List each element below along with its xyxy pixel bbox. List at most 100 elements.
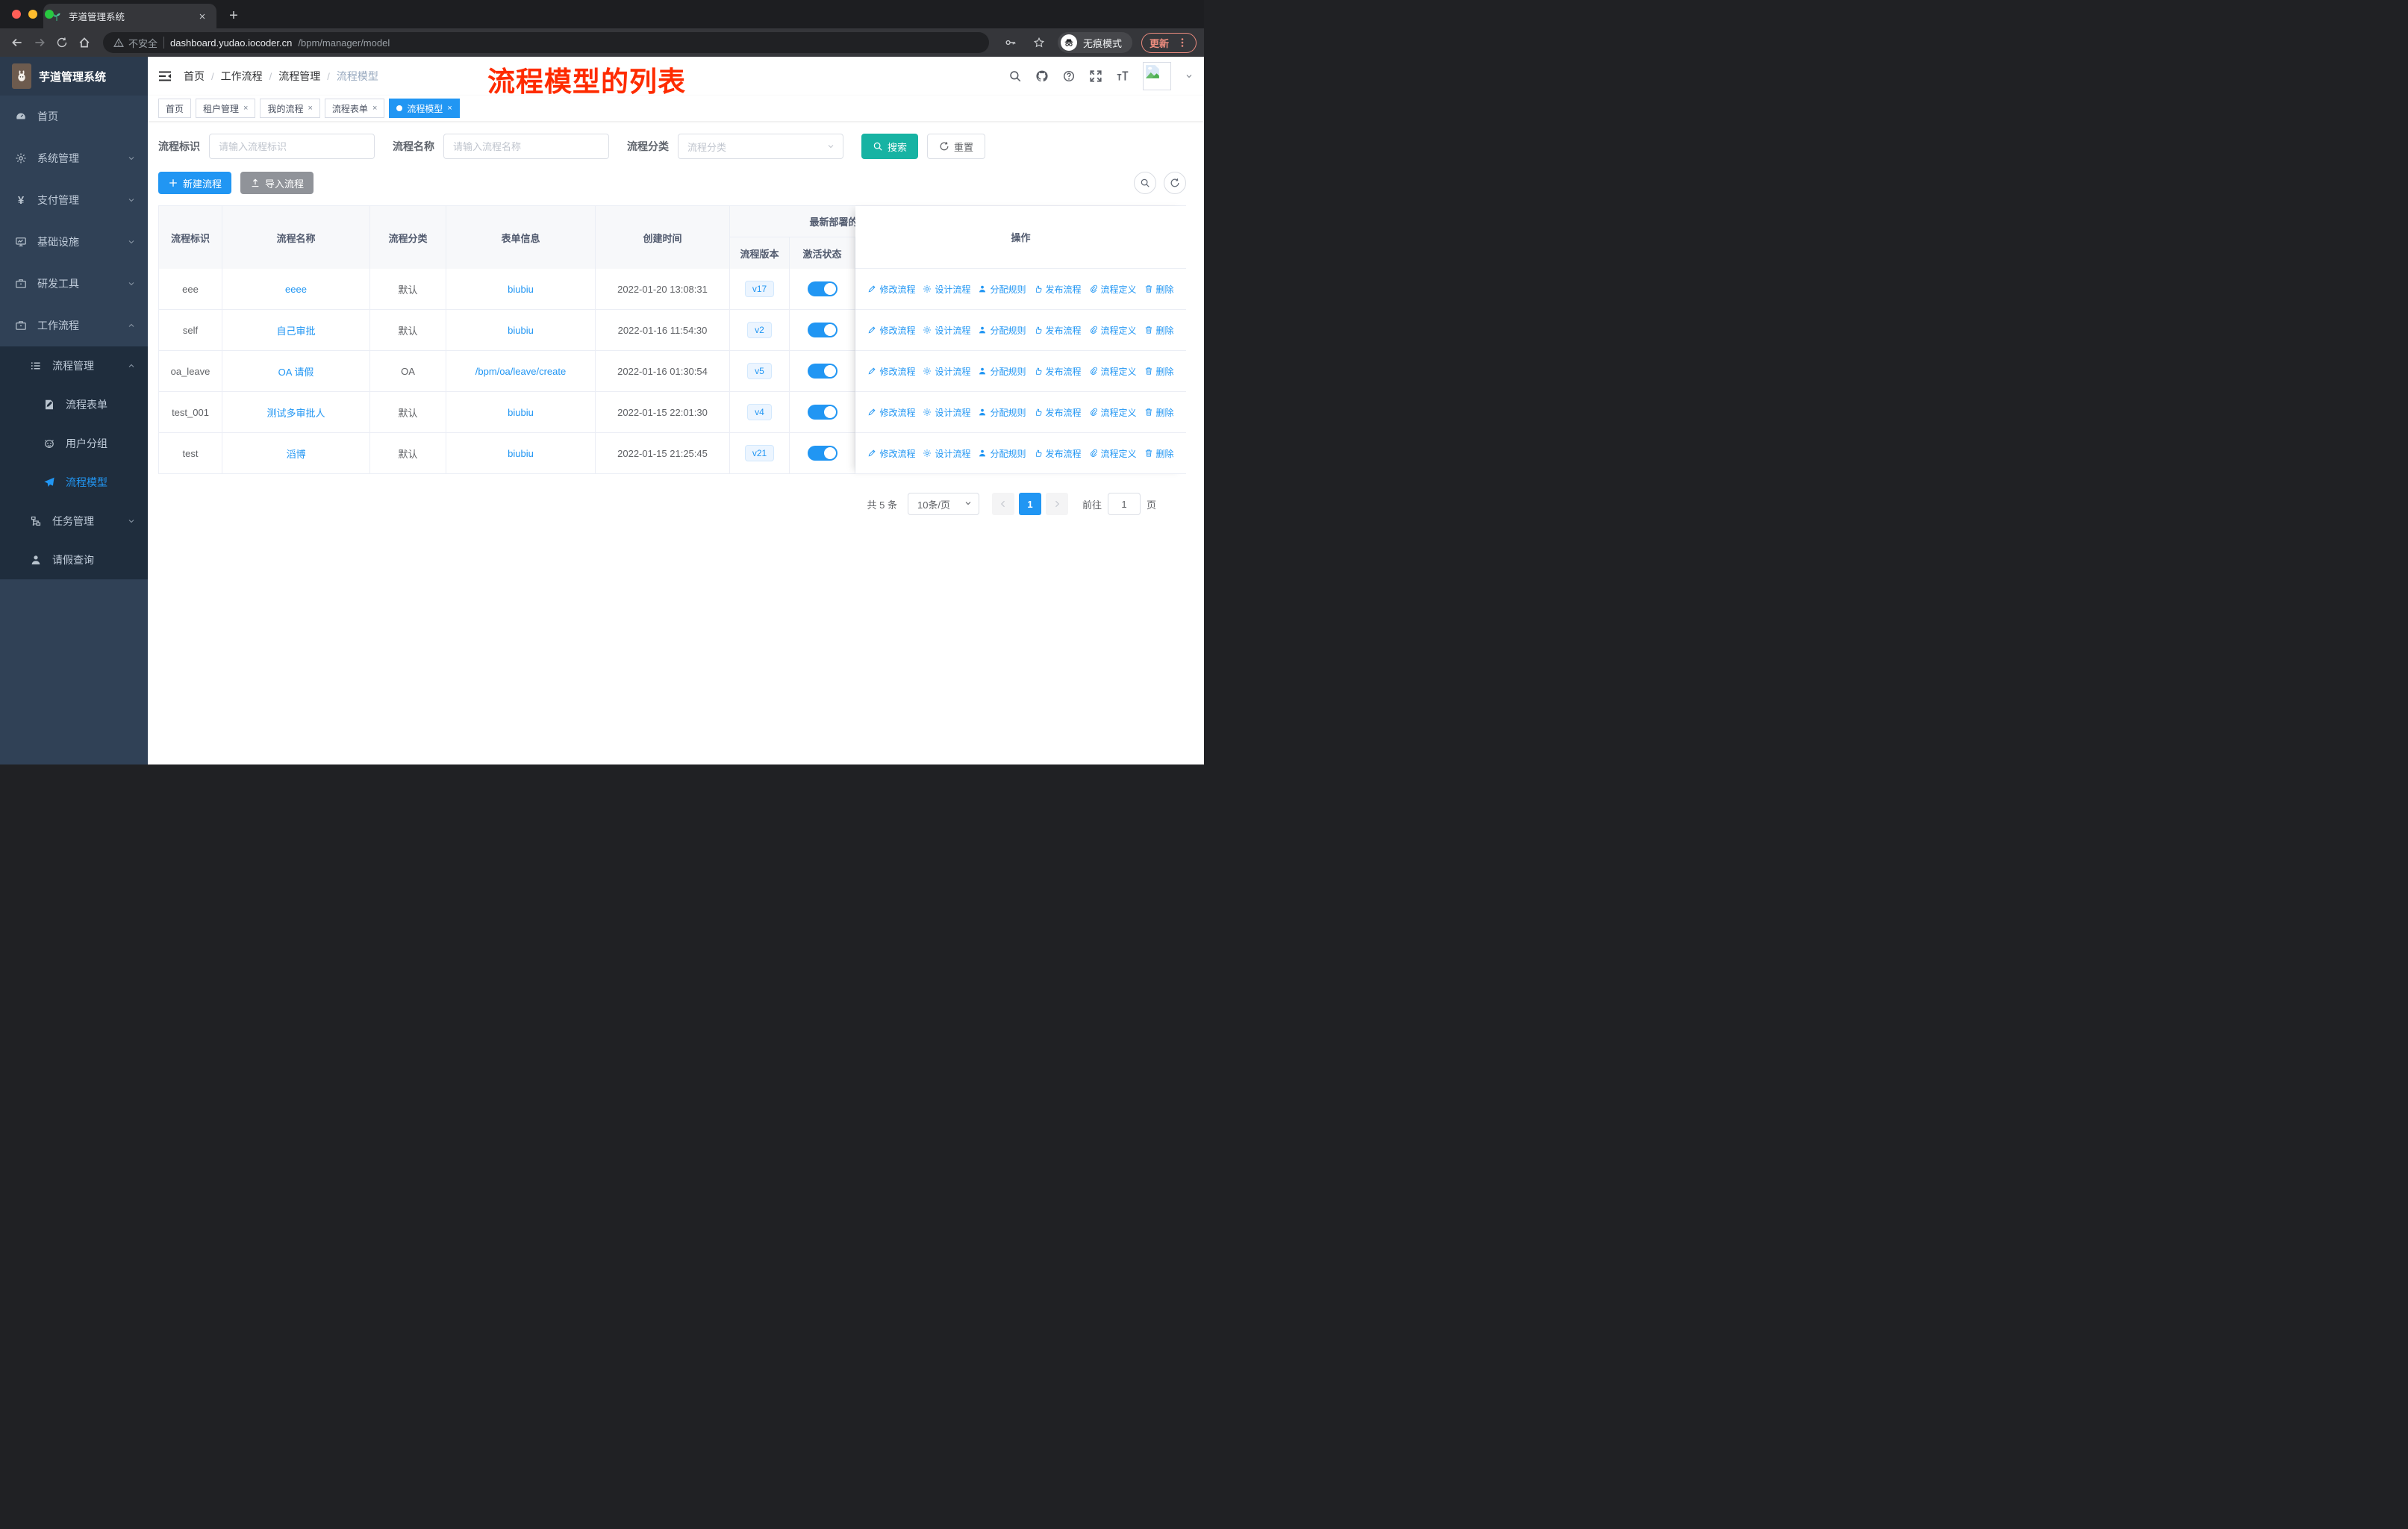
- tag-tenant[interactable]: 租户管理 ×: [196, 99, 256, 118]
- sidebar-item-home[interactable]: 首页: [0, 96, 148, 137]
- tag-process-model[interactable]: 流程模型 ×: [389, 99, 460, 118]
- sidebar-item-workflow[interactable]: 工作流程: [0, 305, 148, 346]
- process-id-input[interactable]: [209, 134, 375, 159]
- refresh-table-button[interactable]: [1164, 172, 1186, 194]
- sidebar-item-system[interactable]: 系统管理: [0, 137, 148, 179]
- design-process-link[interactable]: 设计流程: [923, 283, 970, 296]
- sidebar-item-leave-query[interactable]: 请假查询: [0, 541, 148, 579]
- window-minimize-button[interactable]: [28, 10, 37, 19]
- window-close-button[interactable]: [12, 10, 21, 19]
- forward-icon[interactable]: [30, 33, 49, 52]
- process-name-link[interactable]: 滔博: [286, 446, 305, 461]
- form-info-link[interactable]: biubiu: [508, 407, 534, 418]
- password-key-icon[interactable]: [1001, 33, 1020, 52]
- github-icon[interactable]: [1035, 69, 1049, 83]
- window-zoom-button[interactable]: [45, 10, 54, 19]
- delete-link[interactable]: 删除: [1144, 447, 1174, 460]
- security-chip[interactable]: 不安全: [113, 36, 157, 50]
- publish-process-link[interactable]: 发布流程: [1034, 406, 1082, 419]
- process-name-link[interactable]: 测试多审批人: [266, 405, 325, 420]
- form-info-link[interactable]: biubiu: [508, 448, 534, 459]
- fullscreen-icon[interactable]: [1089, 69, 1102, 83]
- tab-close-icon[interactable]: [196, 10, 209, 23]
- reset-button[interactable]: 重置: [927, 134, 986, 159]
- sidebar-item-payment[interactable]: ¥ 支付管理: [0, 179, 148, 221]
- assign-rule-link[interactable]: 分配规则: [978, 283, 1026, 296]
- hamburger-icon[interactable]: [158, 70, 172, 82]
- edit-process-link[interactable]: 修改流程: [867, 283, 915, 296]
- tag-home[interactable]: 首页: [158, 99, 192, 118]
- publish-process-link[interactable]: 发布流程: [1034, 283, 1082, 296]
- edit-process-link[interactable]: 修改流程: [867, 324, 915, 337]
- tag-my-process[interactable]: 我的流程 ×: [260, 99, 320, 118]
- home-icon[interactable]: [75, 33, 94, 52]
- process-name-link[interactable]: OA 请假: [278, 364, 314, 379]
- assign-rule-link[interactable]: 分配规则: [978, 447, 1026, 460]
- active-toggle[interactable]: [807, 281, 838, 296]
- bookmark-star-icon[interactable]: [1029, 33, 1049, 52]
- avatar-caret-down-icon[interactable]: [1185, 72, 1194, 81]
- design-process-link[interactable]: 设计流程: [923, 365, 970, 378]
- tag-process-form[interactable]: 流程表单 ×: [324, 99, 385, 118]
- current-page-button[interactable]: 1: [1018, 493, 1041, 515]
- form-info-link[interactable]: biubiu: [508, 284, 534, 295]
- sidebar-item-process-form[interactable]: 流程表单: [0, 385, 148, 424]
- page-size-select[interactable]: 10条/页: [907, 493, 979, 515]
- new-tab-button[interactable]: +: [222, 4, 245, 27]
- goto-page-input[interactable]: [1107, 493, 1141, 515]
- tag-close-icon[interactable]: ×: [308, 104, 312, 113]
- sidebar-item-user-group[interactable]: 用户分组: [0, 424, 148, 463]
- design-process-link[interactable]: 设计流程: [923, 406, 970, 419]
- assign-rule-link[interactable]: 分配规则: [978, 406, 1026, 419]
- assign-rule-link[interactable]: 分配规则: [978, 324, 1026, 337]
- process-name-link[interactable]: eeee: [285, 284, 307, 295]
- publish-process-link[interactable]: 发布流程: [1034, 324, 1082, 337]
- tag-close-icon[interactable]: ×: [447, 104, 452, 113]
- next-page-button[interactable]: [1045, 493, 1068, 515]
- search-button[interactable]: 搜索: [861, 134, 919, 159]
- publish-process-link[interactable]: 发布流程: [1034, 365, 1082, 378]
- breadcrumb-process-management[interactable]: 流程管理: [278, 69, 320, 84]
- breadcrumb-workflow[interactable]: 工作流程: [221, 69, 263, 84]
- browser-menu-dots-icon[interactable]: [1176, 37, 1188, 49]
- font-size-icon[interactable]: [1116, 69, 1129, 83]
- sidebar-item-process-model[interactable]: 流程模型: [0, 463, 148, 502]
- sidebar-item-devtools[interactable]: 研发工具: [0, 263, 148, 305]
- sidebar-item-task-management[interactable]: 任务管理: [0, 502, 148, 541]
- breadcrumb-home[interactable]: 首页: [184, 69, 205, 84]
- hide-search-button[interactable]: [1134, 172, 1156, 194]
- tag-close-icon[interactable]: ×: [243, 104, 248, 113]
- search-icon[interactable]: [1008, 69, 1022, 83]
- process-definition-link[interactable]: 流程定义: [1089, 324, 1137, 337]
- process-name-input[interactable]: [443, 134, 609, 159]
- active-toggle[interactable]: [807, 446, 838, 461]
- tag-close-icon[interactable]: ×: [372, 104, 377, 113]
- process-category-select[interactable]: 流程分类: [678, 134, 843, 159]
- browser-update-button[interactable]: 更新: [1141, 32, 1197, 53]
- sidebar-item-process-management[interactable]: 流程管理: [0, 346, 148, 385]
- process-definition-link[interactable]: 流程定义: [1089, 283, 1137, 296]
- process-name-link[interactable]: 自己审批: [276, 323, 315, 337]
- design-process-link[interactable]: 设计流程: [923, 447, 970, 460]
- avatar[interactable]: [1143, 62, 1171, 90]
- create-process-button[interactable]: 新建流程: [158, 172, 232, 194]
- delete-link[interactable]: 删除: [1144, 406, 1174, 419]
- import-process-button[interactable]: 导入流程: [240, 172, 314, 194]
- publish-process-link[interactable]: 发布流程: [1034, 447, 1082, 460]
- prev-page-button[interactable]: [991, 493, 1014, 515]
- active-toggle[interactable]: [807, 323, 838, 337]
- process-definition-link[interactable]: 流程定义: [1089, 365, 1137, 378]
- delete-link[interactable]: 删除: [1144, 365, 1174, 378]
- design-process-link[interactable]: 设计流程: [923, 324, 970, 337]
- active-toggle[interactable]: [807, 364, 838, 379]
- browser-tab[interactable]: 芋道管理系统: [43, 4, 216, 28]
- edit-process-link[interactable]: 修改流程: [867, 406, 915, 419]
- form-info-link[interactable]: biubiu: [508, 325, 534, 336]
- back-icon[interactable]: [7, 33, 27, 52]
- sidebar-item-infra[interactable]: 基础设施: [0, 221, 148, 263]
- form-info-link[interactable]: /bpm/oa/leave/create: [475, 366, 566, 377]
- help-icon[interactable]: [1062, 69, 1076, 83]
- process-definition-link[interactable]: 流程定义: [1089, 447, 1137, 460]
- sidebar-logo[interactable]: 芋道管理系统: [0, 57, 148, 96]
- reload-icon[interactable]: [52, 33, 72, 52]
